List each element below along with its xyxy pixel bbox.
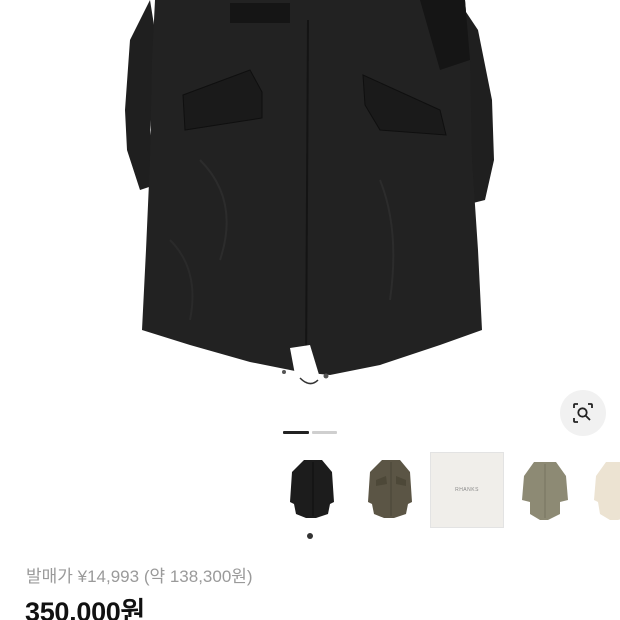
thumbnail-strip[interactable]: RHANKS [276,452,620,532]
product-main-image[interactable] [0,0,620,400]
thumbnail-cream-coat[interactable] [586,452,620,528]
thumbnail-olive-coat[interactable] [354,452,428,528]
sale-price: 350,000원 [25,597,146,620]
carousel-indicator [283,431,337,434]
thumbnail-khaki-coat[interactable] [508,452,582,528]
thumbnail-brand-text: RHANKS [455,487,479,493]
selected-thumbnail-dot [307,533,313,539]
carousel-indicator-active [283,431,309,434]
thumbnail-black-coat[interactable] [276,452,350,528]
original-price-label: 발매가 ¥14,993 (약 138,300원) [26,567,253,586]
image-search-button[interactable] [560,390,606,436]
image-search-icon [573,403,593,423]
thumbnail-brand-box[interactable]: RHANKS [430,452,504,528]
carousel-indicator-inactive [311,431,337,434]
product-page: RHANKS 발매가 ¥14,993 (약 138,300원) 350,000원 [0,0,620,620]
